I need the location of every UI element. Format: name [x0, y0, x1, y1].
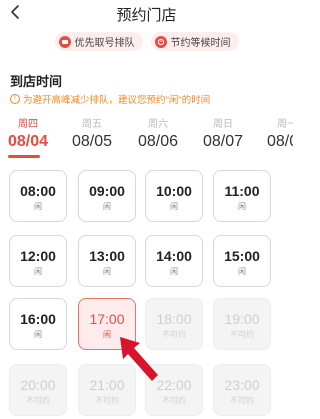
weekday-label: 周四: [18, 119, 38, 130]
date-tab-0[interactable]: 周四 08/04: [0, 118, 58, 158]
slot-status: 闲: [34, 267, 42, 276]
slot-status: 闲: [34, 202, 42, 211]
slot-status: 闲: [34, 330, 42, 339]
badge-save-time: 节约等候时间: [150, 32, 239, 51]
time-slot[interactable]: 08:00 闲: [9, 170, 67, 222]
slot-status: 闲: [238, 202, 246, 211]
slot-status: 闲: [103, 267, 111, 276]
slot-time: 16:00: [20, 311, 56, 327]
date-tab-4[interactable]: 周一 08/08: [257, 118, 293, 152]
time-slot[interactable]: 13:00 闲: [78, 235, 136, 287]
date-label: 08/06: [137, 133, 179, 150]
slot-status: 不可约: [162, 396, 186, 405]
time-slot: 21:00 不可约: [78, 364, 136, 416]
slot-time: 21:00: [89, 377, 125, 393]
time-slot[interactable]: 10:00 闲: [145, 170, 203, 222]
slot-time: 14:00: [156, 248, 192, 264]
header-bar: 预约门店: [0, 0, 293, 26]
time-slot: 22:00 不可约: [145, 364, 203, 416]
date-tab-2[interactable]: 周六 08/06: [128, 118, 188, 152]
date-tab-1[interactable]: 周五 08/05: [62, 118, 122, 152]
time-slot[interactable]: 09:00 闲: [78, 170, 136, 222]
slot-time: 17:00: [89, 311, 125, 327]
date-label: 08/05: [71, 133, 113, 150]
slot-time: 09:00: [89, 183, 125, 199]
time-slot[interactable]: 14:00 闲: [145, 235, 203, 287]
slot-time: 13:00: [89, 248, 125, 264]
time-slot[interactable]: 11:00 闲: [213, 170, 271, 222]
slot-time: 11:00: [224, 183, 260, 199]
peak-tip: ! 为避开高峰减少排队，建议您预约"闲"的时间: [10, 92, 210, 106]
slot-status: 不可约: [95, 396, 119, 405]
date-tab-3[interactable]: 周日 08/07: [193, 118, 253, 152]
badge-priority-queue: 优先取号排队: [54, 32, 143, 51]
slot-time: 08:00: [20, 183, 56, 199]
slot-time: 23:00: [224, 377, 260, 393]
time-slot[interactable]: 15:00 闲: [213, 235, 271, 287]
slot-time: 12:00: [20, 248, 56, 264]
slot-time: 19:00: [224, 311, 260, 327]
slot-status: 闲: [103, 330, 111, 339]
date-label: 08/07: [202, 133, 244, 150]
time-slot: 20:00 不可约: [9, 364, 67, 416]
time-slot[interactable]: 16:00 闲: [9, 298, 67, 350]
slot-status: 闲: [103, 202, 111, 211]
section-title: 到店时间: [10, 74, 63, 89]
benefit-badges: 优先取号排队 节约等候时间: [0, 32, 293, 51]
date-tabs: 周四 08/04 周五 08/05 周六 08/06 周日 08/07 周一 0…: [0, 118, 293, 160]
slot-status: 不可约: [162, 330, 186, 339]
time-slot[interactable]: 17:00 闲: [78, 298, 136, 350]
slot-status: 不可约: [26, 396, 50, 405]
slot-time: 15:00: [224, 248, 260, 264]
time-saving-icon: [154, 35, 167, 48]
priority-icon: [58, 35, 71, 48]
time-slot[interactable]: 12:00 闲: [9, 235, 67, 287]
badge-label: 节约等候时间: [170, 38, 231, 49]
weekday-label: 周六: [148, 119, 168, 130]
date-label: 08/04: [7, 133, 49, 150]
slot-status: 闲: [238, 267, 246, 276]
weekday-label: 周日: [213, 119, 233, 130]
weekday-label: 周五: [82, 119, 102, 130]
slot-time: 22:00: [156, 377, 192, 393]
weekday-label: 周一: [277, 119, 293, 130]
date-label: 08/08: [266, 133, 293, 150]
time-slot: 18:00 不可约: [145, 298, 203, 350]
info-icon: !: [10, 94, 20, 104]
time-slot: 19:00 不可约: [213, 298, 271, 350]
slot-status: 不可约: [230, 330, 254, 339]
slot-time: 18:00: [156, 311, 192, 327]
active-tab-indicator: [8, 155, 40, 158]
tip-text: 为避开高峰减少排队，建议您预约"闲"的时间: [23, 95, 211, 106]
page-title: 预约门店: [116, 7, 177, 24]
slot-time: 20:00: [20, 377, 56, 393]
slot-status: 不可约: [230, 396, 254, 405]
slot-time: 10:00: [156, 183, 192, 199]
slot-status: 闲: [170, 267, 178, 276]
time-slot: 23:00 不可约: [213, 364, 271, 416]
slot-status: 闲: [170, 202, 178, 211]
badge-label: 优先取号排队: [74, 38, 135, 49]
